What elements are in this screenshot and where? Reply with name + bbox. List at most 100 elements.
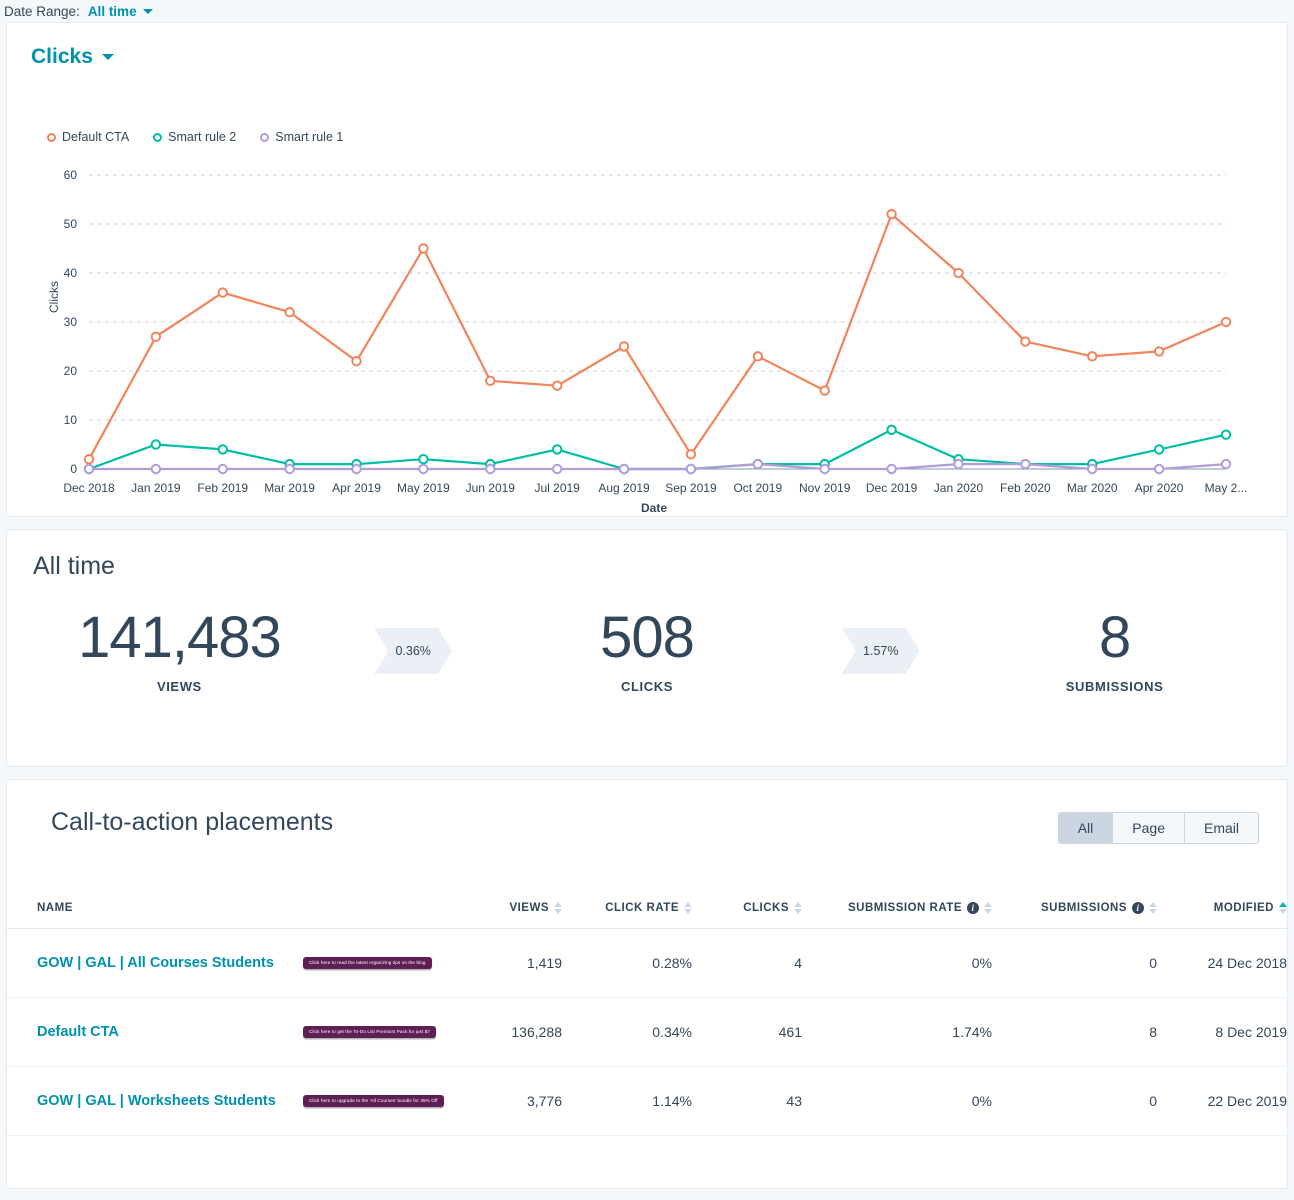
cell-submissions: 0 <box>992 1066 1157 1137</box>
legend-item-1[interactable]: Smart rule 2 <box>153 130 236 144</box>
cell-clicks: 43 <box>692 1066 802 1137</box>
cta-name-link[interactable]: GOW | GAL | Worksheets Students <box>37 1093 276 1109</box>
sort-icon[interactable] <box>1279 902 1287 914</box>
column-header-clicks[interactable]: CLICKS <box>692 890 802 930</box>
conversion-rate-badge: 0.36% <box>374 627 453 674</box>
filter-button-email[interactable]: Email <box>1184 813 1258 843</box>
cell-name: GOW | GAL | All Courses Students Click he… <box>7 928 452 999</box>
cta-name-link[interactable]: Default CTA <box>37 1024 119 1040</box>
sort-icon[interactable] <box>1149 902 1157 914</box>
x-axis-tick: Mar 2020 <box>1066 481 1118 495</box>
x-axis-tick: Jan 2019 <box>131 481 181 495</box>
x-axis-tick: Jul 2019 <box>534 481 580 495</box>
cell-click_rate: 0.28% <box>562 928 692 999</box>
cell-views: 3,776 <box>452 1066 562 1137</box>
cell-clicks: 4 <box>692 928 802 999</box>
column-header-views[interactable]: VIEWS <box>452 890 562 930</box>
all-time-stats-card: All time 141,483 VIEWS 0.36% 508 CLICKS 1.57%… <box>6 529 1288 767</box>
legend-label: Smart rule 2 <box>168 130 237 144</box>
x-axis-tick: Sep 2019 <box>665 481 717 495</box>
cell-submission_rate: 1.74% <box>802 997 992 1068</box>
y-axis-tick: 20 <box>63 364 77 378</box>
column-label: CLICKS <box>743 902 789 915</box>
x-axis-tick: Mar 2019 <box>264 481 315 495</box>
x-axis-tick: Feb 2020 <box>999 481 1051 495</box>
chevron-down-icon <box>101 54 114 61</box>
chart-plot-area: 0 10 20 30 40 50 60 Dec 2018 Jan 2019 Feb 2019 Mar… <box>7 153 1294 513</box>
filter-button-page[interactable]: Page <box>1113 813 1185 843</box>
cell-modified: 24 Dec 2018 <box>1157 928 1287 999</box>
cell-name: Default CTA Click here to get the To-Do L… <box>7 997 452 1068</box>
x-axis-tick: May 2... <box>1204 481 1248 495</box>
chevron-down-icon <box>142 9 153 15</box>
column-header-click_rate[interactable]: CLICK RATE <box>562 890 692 930</box>
cta-preview-button[interactable]: Click here to read the latest organizing… <box>303 957 432 970</box>
column-label: CLICK RATE <box>605 902 679 915</box>
table-row: GOW | GAL | All Courses Students Click he… <box>7 928 1287 999</box>
stat-label: VIEWS <box>156 678 202 694</box>
y-axis-tick: 40 <box>63 266 77 280</box>
table-body: GOW | GAL | All Courses Students Click he… <box>7 928 1287 1137</box>
cta-preview-button[interactable]: Click here to upgrade to the 'All Course… <box>303 1095 444 1108</box>
column-label: VIEWS <box>509 902 549 915</box>
sort-icon[interactable] <box>554 902 562 914</box>
cta-placements-card: Call-to-action placements All Page Email N… <box>6 779 1288 1189</box>
x-axis-tick: Jan 2020 <box>933 481 984 495</box>
legend-label: Smart rule 1 <box>275 130 344 144</box>
chart-metric-selector[interactable]: Clicks <box>31 45 114 69</box>
sort-icon[interactable] <box>794 902 802 914</box>
info-icon[interactable]: i <box>1132 902 1144 914</box>
stat-views: 141,483 VIEWS <box>29 605 329 694</box>
cta-preview-button[interactable]: Click here to get the To-Do List Premium… <box>303 1026 437 1039</box>
y-axis-tick: 30 <box>63 315 77 329</box>
column-header-modified[interactable]: MODIFIED <box>1157 890 1287 930</box>
cell-clicks: 461 <box>692 997 802 1068</box>
column-label: SUBMISSIONS <box>1040 902 1127 915</box>
filter-button-all[interactable]: All <box>1058 813 1114 843</box>
legend-label: Default CTA <box>62 130 130 144</box>
stat-value: 141,483 <box>78 605 282 670</box>
y-axis-tick: 50 <box>63 217 77 231</box>
x-axis-tick: May 2019 <box>397 481 450 495</box>
x-axis-title: Date <box>640 501 667 515</box>
x-axis-tick: Oct 2019 <box>733 481 783 495</box>
legend-item-0[interactable]: Default CTA <box>47 130 129 144</box>
stats-row: 141,483 VIEWS 0.36% 508 CLICKS 1.57% 8 SUBMISSI… <box>7 605 1287 694</box>
table-row: Default CTA Click here to get the To-Do L… <box>7 997 1287 1068</box>
placements-table: NAME VIEWS CLICK RATE CLICKS SUBMISSION RATE… <box>7 890 1287 1137</box>
x-axis-tick: Feb 2019 <box>197 481 249 495</box>
y-axis-tick: 0 <box>70 462 77 476</box>
x-axis-tick: Apr 2020 <box>1134 481 1184 495</box>
chart-metric-label: Clicks <box>31 45 93 68</box>
stat-clicks: 508 CLICKS <box>497 607 797 694</box>
column-header-submission_rate[interactable]: SUBMISSION RATE i <box>802 890 992 930</box>
sort-icon[interactable] <box>684 902 692 914</box>
stat-submissions: 8 SUBMISSIONS <box>965 607 1265 694</box>
date-range-selector[interactable]: All time <box>88 4 153 19</box>
table-row: GOW | GAL | Worksheets Students Click her… <box>7 1066 1287 1137</box>
cell-name: GOW | GAL | Worksheets Students Click her… <box>7 1066 452 1137</box>
column-label: SUBMISSION RATE <box>848 902 962 915</box>
legend-item-2[interactable]: Smart rule 1 <box>260 130 343 144</box>
date-range-bar: Date Range: All time <box>0 0 1294 22</box>
cta-name-link[interactable]: GOW | GAL | All Courses Students <box>37 955 274 971</box>
placements-title: Call-to-action placements <box>51 808 334 836</box>
date-range-label: Date Range: <box>4 3 80 19</box>
legend-marker-icon <box>260 132 270 142</box>
x-axis-tick: Aug 2019 <box>598 481 650 495</box>
info-icon[interactable]: i <box>967 902 979 914</box>
cell-modified: 22 Dec 2019 <box>1157 1066 1287 1137</box>
y-axis-tick: 10 <box>63 413 77 427</box>
cell-submission_rate: 0% <box>802 1066 992 1137</box>
sort-icon[interactable] <box>984 902 992 914</box>
table-header-row: NAME VIEWS CLICK RATE CLICKS SUBMISSION RATE… <box>7 890 1287 930</box>
placement-filter-group: All Page Email <box>1057 812 1259 844</box>
x-axis-tick: Dec 2018 <box>63 481 115 495</box>
stat-label: CLICKS <box>620 678 673 694</box>
chart-legend: Default CTA Smart rule 2 Smart rule 1 <box>47 130 343 144</box>
column-header-submissions[interactable]: SUBMISSIONS i <box>992 890 1157 930</box>
x-axis-tick: Dec 2019 <box>865 481 918 495</box>
column-label: MODIFIED <box>1213 902 1274 915</box>
clicks-chart-card: Clicks Default CTA Smart rule 2 Smart rule… <box>6 22 1288 517</box>
cell-click_rate: 0.34% <box>562 997 692 1068</box>
